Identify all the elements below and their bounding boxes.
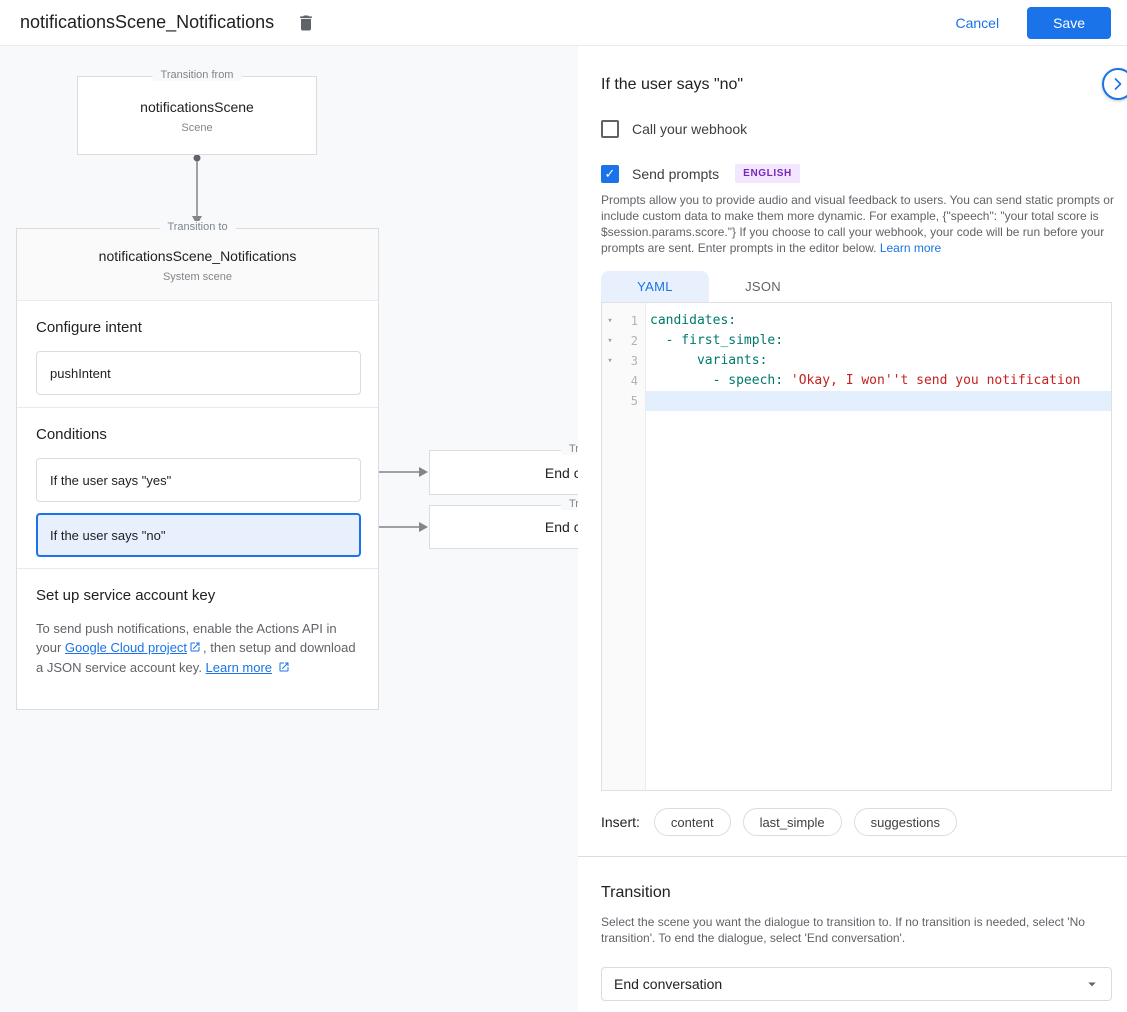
transition-description: Select the scene you want the dialogue t…: [601, 914, 1118, 946]
scene-card-header: notificationsScene_Notifications System …: [17, 229, 378, 301]
end-node-text: End conversation: [545, 465, 578, 481]
code-line[interactable]: variants:: [646, 351, 1111, 371]
code-line[interactable]: - first_simple:: [646, 331, 1111, 351]
condition-item-label: If the user says "yes": [50, 473, 171, 488]
scene-card-title: notificationsScene_Notifications: [17, 248, 378, 264]
service-account-text: To send push notifications, enable the A…: [36, 619, 364, 678]
line-number: 3: [618, 354, 645, 368]
call-webhook-label: Call your webhook: [632, 121, 747, 137]
from-node-type: Scene: [78, 122, 316, 134]
condition-item-yes[interactable]: If the user says "yes": [36, 458, 361, 502]
line-number: 4: [618, 374, 645, 388]
editor-tabs: YAML JSON: [601, 271, 817, 302]
condition-item-label: If the user says "no": [50, 528, 165, 543]
gutter-row: 4: [602, 371, 645, 391]
prompts-description: Prompts allow you to provide audio and v…: [601, 192, 1118, 256]
code-line-active[interactable]: [646, 391, 1111, 411]
code-line[interactable]: candidates:: [646, 311, 1111, 331]
end-conversation-node-1[interactable]: Transition to End conversation: [429, 450, 578, 495]
code-token-key: - speech:: [713, 373, 791, 388]
google-cloud-project-link[interactable]: Google Cloud project: [65, 640, 187, 655]
end-node-floating-label: Transition to: [561, 443, 578, 455]
insert-chip-suggestions[interactable]: suggestions: [854, 808, 957, 836]
scene-card: Transition to notificationsScene_Notific…: [16, 228, 379, 710]
conditions-heading: Conditions: [36, 426, 359, 443]
fold-toggle-icon[interactable]: ▾: [602, 336, 618, 346]
send-prompts-checkbox[interactable]: ✓: [601, 165, 619, 183]
configure-intent-section: Configure intent pushIntent: [17, 301, 378, 408]
insert-row: Insert: content last_simple suggestions: [601, 808, 957, 836]
editor-code[interactable]: candidates: - first_simple: variants: - …: [646, 303, 1111, 790]
transition-dropdown[interactable]: End conversation: [601, 967, 1112, 1001]
scene-card-type: System scene: [17, 271, 378, 283]
insert-chips: content last_simple suggestions: [654, 808, 957, 836]
scene-editor-page: notificationsScene_Notifications Cancel …: [0, 0, 1127, 1012]
transition-heading: Transition: [601, 884, 671, 902]
section-divider: [578, 856, 1127, 857]
gutter-row: 5: [602, 391, 645, 411]
line-number: 1: [618, 314, 645, 328]
cancel-button[interactable]: Cancel: [955, 15, 999, 31]
language-badge: ENGLISH: [735, 164, 800, 183]
checkmark-icon: ✓: [605, 167, 616, 180]
collapse-panel-button[interactable]: [1102, 68, 1127, 100]
condition-panel-title: If the user says "no": [601, 76, 743, 94]
code-token-key: candidates:: [650, 313, 736, 328]
editor-gutter: ▾1▾2▾345: [602, 303, 646, 790]
end-conversation-node-2[interactable]: Transition to End conversation: [429, 505, 578, 549]
gutter-row: ▾1: [602, 311, 645, 331]
code-token-key: - first_simple:: [666, 333, 783, 348]
tab-yaml[interactable]: YAML: [601, 271, 709, 302]
prompts-description-text: Prompts allow you to provide audio and v…: [601, 193, 1114, 255]
code-token-string: 'Okay, I won''t send you notification: [791, 373, 1081, 388]
chevron-right-icon: [1108, 74, 1127, 94]
send-prompts-row: ✓ Send prompts ENGLISH: [601, 164, 800, 183]
code-token-key: variants:: [697, 353, 767, 368]
page-title: notificationsScene_Notifications: [20, 12, 274, 33]
configure-intent-heading: Configure intent: [36, 319, 359, 336]
call-webhook-row: Call your webhook: [601, 120, 747, 138]
yaml-editor[interactable]: ▾1▾2▾345 candidates: - first_simple: var…: [601, 302, 1112, 791]
gutter-row: ▾2: [602, 331, 645, 351]
call-webhook-checkbox[interactable]: [601, 120, 619, 138]
condition-detail-panel: If the user says "no" Call your webhook …: [578, 46, 1127, 1012]
scene-card-floating-label: Transition to: [159, 221, 235, 233]
fold-toggle-icon[interactable]: ▾: [602, 356, 618, 366]
service-account-heading: Set up service account key: [36, 587, 359, 604]
trash-icon: [296, 13, 316, 33]
line-number: 5: [618, 394, 645, 408]
insert-chip-last_simple[interactable]: last_simple: [743, 808, 842, 836]
end-node-floating-label: Transition to: [561, 498, 578, 510]
code-token-plain: [650, 333, 666, 348]
transition-dropdown-value: End conversation: [614, 976, 722, 992]
topbar: notificationsScene_Notifications Cancel …: [0, 0, 1127, 46]
condition-item-no[interactable]: If the user says "no": [36, 513, 361, 557]
code-token-plain: [650, 373, 713, 388]
prompts-learn-more-link[interactable]: Learn more: [880, 241, 941, 255]
end-node-text: End conversation: [545, 519, 578, 535]
external-link-icon: [278, 659, 290, 678]
insert-chip-content[interactable]: content: [654, 808, 731, 836]
from-scene-node[interactable]: Transition from notificationsScene Scene: [77, 76, 317, 155]
service-account-section: Set up service account key To send push …: [17, 569, 378, 711]
from-node-floating-label: Transition from: [153, 69, 242, 81]
delete-scene-button[interactable]: [292, 9, 320, 37]
service-learn-more-link[interactable]: Learn more: [206, 660, 272, 675]
line-number: 2: [618, 334, 645, 348]
code-line[interactable]: - speech: 'Okay, I won''t send you notif…: [646, 371, 1111, 391]
tab-json[interactable]: JSON: [709, 271, 817, 302]
intent-field[interactable]: pushIntent: [36, 351, 361, 395]
send-prompts-label: Send prompts: [632, 166, 719, 182]
insert-label: Insert:: [601, 814, 640, 830]
save-button[interactable]: Save: [1027, 7, 1111, 39]
code-token-plain: [650, 353, 697, 368]
from-node-title: notificationsScene: [78, 99, 316, 115]
gutter-row: ▾3: [602, 351, 645, 371]
dropdown-caret-icon: [1083, 975, 1101, 993]
external-link-icon: [189, 639, 201, 658]
fold-toggle-icon[interactable]: ▾: [602, 316, 618, 326]
conditions-section: Conditions If the user says "yes" If the…: [17, 408, 378, 569]
intent-value: pushIntent: [50, 366, 111, 381]
scene-diagram-panel: Transition from notificationsScene Scene…: [0, 46, 578, 1012]
